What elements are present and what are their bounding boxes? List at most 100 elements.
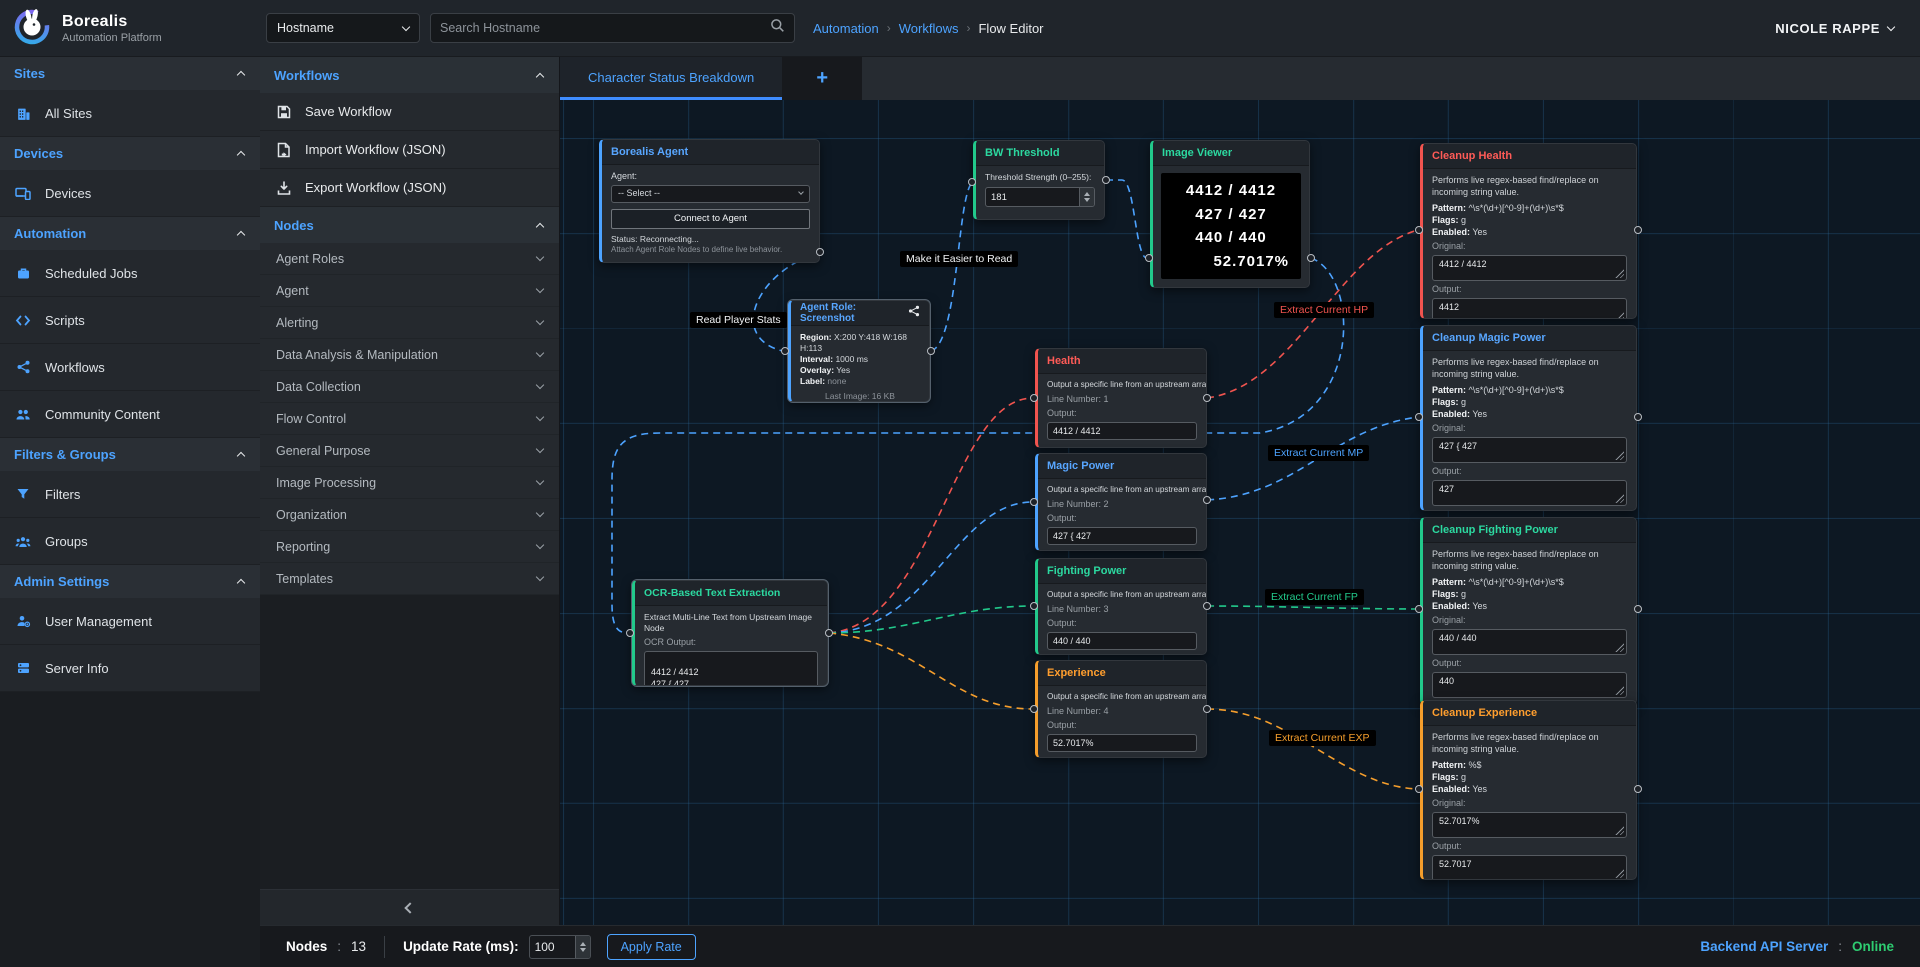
original-textarea[interactable]: 440 / 440 [1432, 629, 1627, 655]
resize-handle[interactable] [1614, 450, 1624, 460]
port[interactable] [626, 629, 634, 637]
resize-handle[interactable] [1614, 825, 1624, 835]
wire-experience-to-cleanup[interactable] [1207, 709, 1418, 789]
port[interactable] [1203, 602, 1211, 610]
sidebar-item-all-sites[interactable]: All Sites [0, 90, 260, 137]
original-textarea[interactable]: 52.7017% [1432, 812, 1627, 838]
port[interactable] [816, 248, 824, 256]
collapse-panel-button[interactable] [260, 889, 559, 925]
fighting-output-input[interactable] [1047, 632, 1197, 650]
node-category-data-collection[interactable]: Data Collection [260, 371, 559, 403]
resize-handle[interactable] [1614, 642, 1624, 652]
node-cleanup-health[interactable]: Cleanup Health Performs live regex-based… [1420, 143, 1637, 319]
number-stepper[interactable] [1079, 188, 1094, 206]
panel-section-workflows[interactable]: Workflows [260, 57, 559, 93]
port[interactable] [927, 347, 935, 355]
port[interactable] [1634, 226, 1642, 234]
resize-handle[interactable] [1614, 493, 1624, 503]
sidebar-item-server-info[interactable]: Server Info [0, 645, 260, 692]
node-category-flow-control[interactable]: Flow Control [260, 403, 559, 435]
health-output-input[interactable] [1047, 422, 1197, 440]
sidebar-item-workflows[interactable]: Workflows [0, 344, 260, 391]
node-magic-power[interactable]: Magic Power Output a specific line from … [1035, 453, 1207, 551]
port[interactable] [1415, 785, 1423, 793]
port[interactable] [825, 629, 833, 637]
port[interactable] [1634, 605, 1642, 613]
node-category-reporting[interactable]: Reporting [260, 531, 559, 563]
flow-canvas[interactable]: Borealis Agent Agent: -- Select -- Conne… [560, 100, 1920, 925]
breadcrumb-workflows[interactable]: Workflows [899, 21, 959, 36]
wire-fighting-to-cleanup[interactable] [1207, 606, 1418, 609]
sidebar-section-admin-settings[interactable]: Admin Settings [0, 565, 260, 598]
save-workflow-button[interactable]: Save Workflow [260, 93, 559, 131]
port[interactable] [1030, 705, 1038, 713]
add-tab-button[interactable]: + [782, 57, 862, 100]
node-borealis-agent[interactable]: Borealis Agent Agent: -- Select -- Conne… [599, 139, 820, 263]
port[interactable] [1415, 413, 1423, 421]
port[interactable] [1203, 496, 1211, 504]
experience-output-input[interactable] [1047, 734, 1197, 752]
agent-select[interactable]: -- Select -- [611, 185, 810, 203]
sidebar-item-devices[interactable]: Devices [0, 170, 260, 217]
node-cleanup-fighting-power[interactable]: Cleanup Fighting Power Performs live reg… [1420, 517, 1637, 705]
node-category-agent[interactable]: Agent [260, 275, 559, 307]
original-textarea[interactable]: 4412 / 4412 [1432, 255, 1627, 281]
node-category-data-analysis[interactable]: Data Analysis & Manipulation [260, 339, 559, 371]
node-category-image-processing[interactable]: Image Processing [260, 467, 559, 499]
original-textarea[interactable]: 427 { 427 [1432, 437, 1627, 463]
port[interactable] [1203, 705, 1211, 713]
sidebar-item-user-management[interactable]: User Management [0, 598, 260, 645]
tab-character-status-breakdown[interactable]: Character Status Breakdown [560, 57, 782, 100]
output-textarea[interactable]: 427 [1432, 480, 1627, 506]
port[interactable] [1415, 605, 1423, 613]
port[interactable] [1634, 413, 1642, 421]
sidebar-section-filters-groups[interactable]: Filters & Groups [0, 438, 260, 471]
node-agent-role-screenshot[interactable]: Agent Role: Screenshot Region: X:200 Y:4… [788, 300, 930, 402]
output-textarea[interactable]: 440 [1432, 672, 1627, 698]
node-category-templates[interactable]: Templates [260, 563, 559, 595]
port[interactable] [1030, 602, 1038, 610]
port[interactable] [1203, 394, 1211, 402]
node-ocr-text-extraction[interactable]: OCR-Based Text Extraction Extract Multi-… [632, 580, 828, 686]
connect-to-agent-button[interactable]: Connect to Agent [611, 209, 810, 229]
node-category-general-purpose[interactable]: General Purpose [260, 435, 559, 467]
sidebar-item-groups[interactable]: Groups [0, 518, 260, 565]
port[interactable] [1102, 176, 1110, 184]
sidebar-section-sites[interactable]: Sites [0, 57, 260, 90]
magic-output-input[interactable] [1047, 527, 1197, 545]
port[interactable] [1145, 254, 1153, 262]
resize-handle[interactable] [1614, 268, 1624, 278]
wire-ocr-to-fighting[interactable] [829, 606, 1033, 633]
import-workflow-button[interactable]: Import Workflow (JSON) [260, 131, 559, 169]
search-input[interactable] [440, 21, 770, 35]
port[interactable] [781, 347, 789, 355]
node-bw-threshold[interactable]: BW Threshold Threshold Strength (0–255): [973, 140, 1105, 220]
port[interactable] [1415, 226, 1423, 234]
threshold-input[interactable] [986, 188, 1079, 206]
resize-handle[interactable] [1614, 685, 1624, 695]
apply-rate-button[interactable]: Apply Rate [607, 934, 696, 960]
port[interactable] [968, 178, 976, 186]
export-workflow-button[interactable]: Export Workflow (JSON) [260, 169, 559, 207]
node-experience[interactable]: Experience Output a specific line from a… [1035, 660, 1207, 758]
port[interactable] [1030, 498, 1038, 506]
number-stepper[interactable] [575, 936, 590, 958]
ocr-output-textarea[interactable]: 4412 / 4412 427 { 427 440 / 440 52.7017% [644, 651, 818, 686]
resize-handle[interactable] [1614, 311, 1624, 319]
hostname-select[interactable]: Hostname [266, 13, 420, 43]
port[interactable] [1030, 394, 1038, 402]
search-icon[interactable] [770, 18, 785, 38]
sidebar-section-automation[interactable]: Automation [0, 217, 260, 250]
resize-handle[interactable] [1614, 868, 1624, 878]
sidebar-item-community-content[interactable]: Community Content [0, 391, 260, 438]
sidebar-item-scripts[interactable]: Scripts [0, 297, 260, 344]
panel-section-nodes[interactable]: Nodes [260, 207, 559, 243]
breadcrumb-automation[interactable]: Automation [813, 21, 879, 36]
node-category-alerting[interactable]: Alerting [260, 307, 559, 339]
sidebar-item-filters[interactable]: Filters [0, 471, 260, 518]
port[interactable] [1634, 785, 1642, 793]
node-fighting-power[interactable]: Fighting Power Output a specific line fr… [1035, 558, 1207, 655]
node-category-agent-roles[interactable]: Agent Roles [260, 243, 559, 275]
user-menu[interactable]: NICOLE RAPPE [1775, 21, 1894, 36]
wire-ocr-to-magic[interactable] [829, 502, 1033, 633]
